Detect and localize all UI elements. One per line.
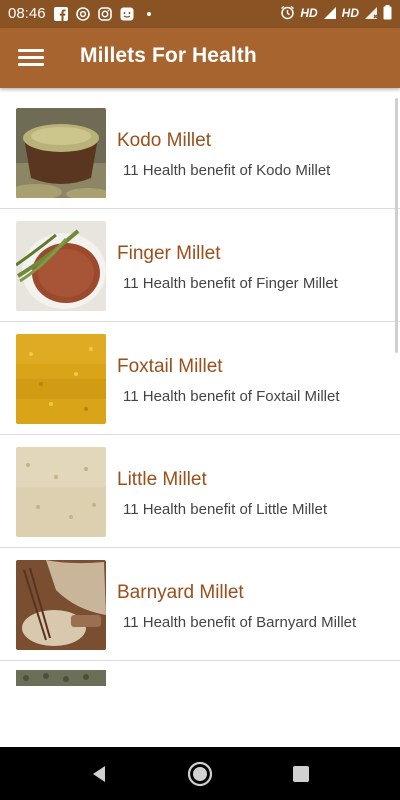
at-sign-icon [75, 6, 90, 21]
item-subtitle: 11 Health benefit of Kodo Millet [123, 162, 331, 179]
menu-line [18, 49, 44, 52]
list-item[interactable]: Finger Millet 11 Health benefit of Finge… [0, 209, 400, 322]
hd-label-2: HD [341, 5, 359, 20]
battery-icon [383, 5, 392, 20]
barnyard-millet-image [16, 560, 106, 650]
millet-list[interactable]: Kodo Millet 11 Health benefit of Kodo Mi… [0, 96, 400, 746]
finger-millet-image [16, 221, 106, 311]
item-title: Foxtail Millet [117, 356, 223, 377]
navigation-bar [0, 747, 400, 800]
signal-icon [365, 6, 378, 19]
status-bar: 08:46 HD HD [0, 0, 400, 28]
scrollbar-thumb[interactable] [395, 98, 398, 353]
back-icon[interactable] [86, 761, 112, 787]
home-icon[interactable] [187, 761, 213, 787]
status-right: HD HD [280, 5, 392, 20]
item-subtitle: 11 Health benefit of Finger Millet [123, 275, 338, 292]
item-subtitle: 11 Health benefit of Little Millet [123, 501, 328, 518]
hamburger-menu-icon[interactable] [18, 46, 44, 70]
item-subtitle: 11 Health benefit of Barnyard Millet [123, 614, 357, 631]
list-item[interactable]: Foxtail Millet 11 Health benefit of Foxt… [0, 322, 400, 435]
list-item[interactable]: Little Millet 11 Health benefit of Littl… [0, 435, 400, 548]
chat-icon [120, 7, 134, 20]
item-subtitle: 11 Health benefit of Foxtail Millet [123, 388, 340, 405]
hd-label-1: HD [300, 5, 318, 20]
status-time: 08:46 [8, 5, 46, 22]
list-item[interactable]: Kodo Millet 11 Health benefit of Kodo Mi… [0, 96, 400, 209]
menu-line [18, 63, 44, 66]
recents-icon[interactable] [288, 761, 314, 787]
app-bar: Millets For Health [0, 28, 400, 88]
next-item-image-partial [16, 670, 106, 686]
item-title: Little Millet [117, 469, 207, 490]
foxtail-millet-image [16, 334, 106, 424]
menu-line [18, 56, 44, 59]
facebook-icon [53, 6, 68, 21]
kodo-millet-image [16, 108, 106, 198]
signal-icon [323, 6, 336, 19]
status-left: 08:46 [8, 5, 156, 22]
instagram-icon [97, 6, 112, 21]
item-title: Finger Millet [117, 243, 221, 264]
item-title: Kodo Millet [117, 130, 211, 151]
alarm-icon [281, 5, 295, 20]
list-item[interactable]: Barnyard Millet 11 Health benefit of Bar… [0, 548, 400, 661]
item-title: Barnyard Millet [117, 582, 244, 603]
page-title: Millets For Health [80, 44, 257, 67]
dot-icon [146, 11, 151, 16]
little-millet-image [16, 447, 106, 537]
